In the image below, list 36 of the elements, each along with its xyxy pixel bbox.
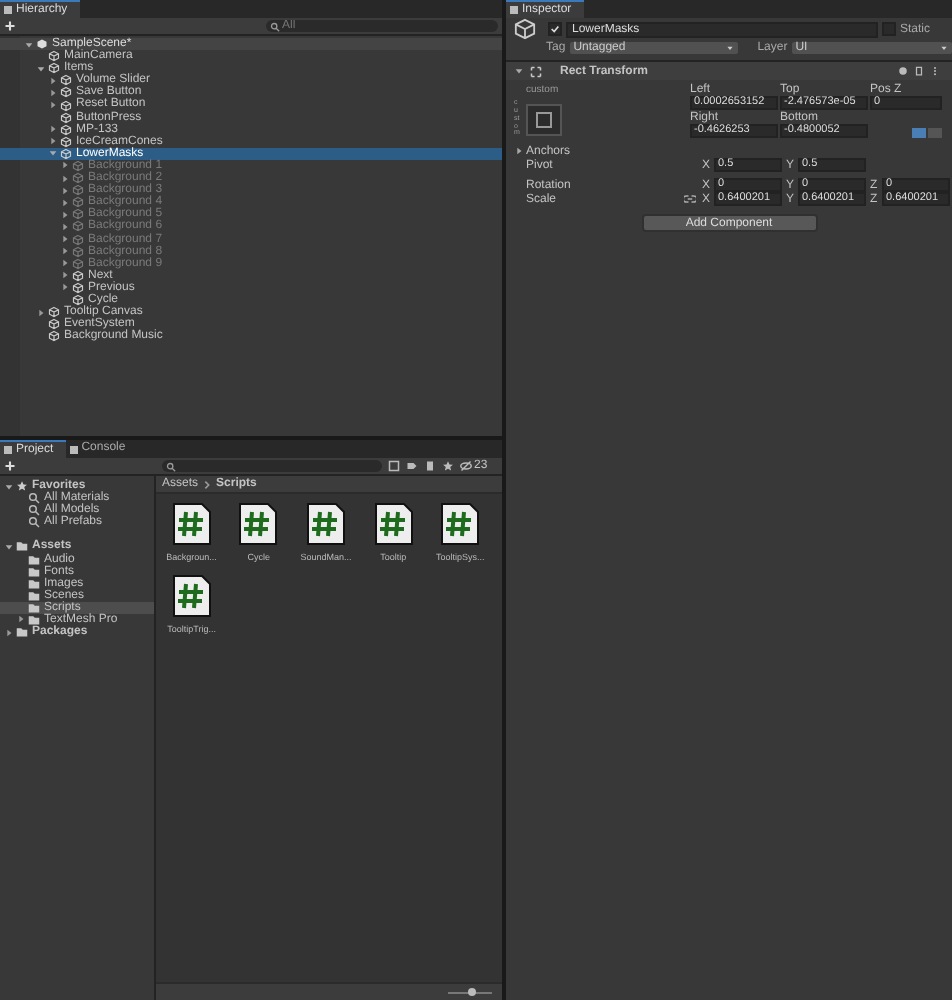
- search-field[interactable]: [162, 460, 382, 472]
- active-checkbox[interactable]: [548, 22, 562, 36]
- collapsed-arrow-icon[interactable]: [35, 307, 45, 318]
- expanded-arrow-icon[interactable]: [3, 541, 13, 552]
- game-object-icon: [514, 18, 536, 40]
- search-icon: [166, 461, 176, 471]
- script-file-icon[interactable]: [238, 502, 279, 546]
- add-icon[interactable]: [4, 20, 16, 32]
- script-file-icon[interactable]: [373, 502, 414, 546]
- expanded-arrow-icon[interactable]: [3, 481, 13, 492]
- icon-size-slider[interactable]: [448, 988, 492, 996]
- filter-icon[interactable]: [388, 460, 400, 472]
- expanded-arrow-icon[interactable]: [47, 148, 57, 159]
- tag-icon[interactable]: [424, 460, 436, 472]
- preset-icon[interactable]: [914, 66, 924, 76]
- help-icon[interactable]: [898, 66, 908, 76]
- search-icon: [270, 21, 280, 31]
- script-file-icon[interactable]: [305, 502, 346, 546]
- chevron-icon: [202, 479, 213, 489]
- caret-icon: [940, 44, 948, 52]
- expanded-arrow-icon[interactable]: [23, 39, 33, 50]
- expanded-arrow-icon[interactable]: [35, 63, 45, 74]
- script-file-icon[interactable]: [171, 502, 212, 546]
- script-file-icon[interactable]: [171, 574, 212, 618]
- blueprint-mode-button[interactable]: [912, 128, 926, 139]
- rect-transform-icon: [530, 65, 542, 77]
- foldout-arrow-icon[interactable]: [514, 66, 524, 76]
- foldout-arrow-icon[interactable]: [514, 146, 524, 157]
- scene-icon: [36, 38, 48, 51]
- star-icon: [16, 480, 28, 493]
- script-file-icon[interactable]: [440, 502, 481, 546]
- star-icon[interactable]: [442, 460, 454, 472]
- add-icon[interactable]: [4, 460, 16, 472]
- anchor-preset-button[interactable]: [525, 103, 561, 136]
- link-icon[interactable]: [684, 194, 696, 205]
- caret-icon: [725, 44, 734, 52]
